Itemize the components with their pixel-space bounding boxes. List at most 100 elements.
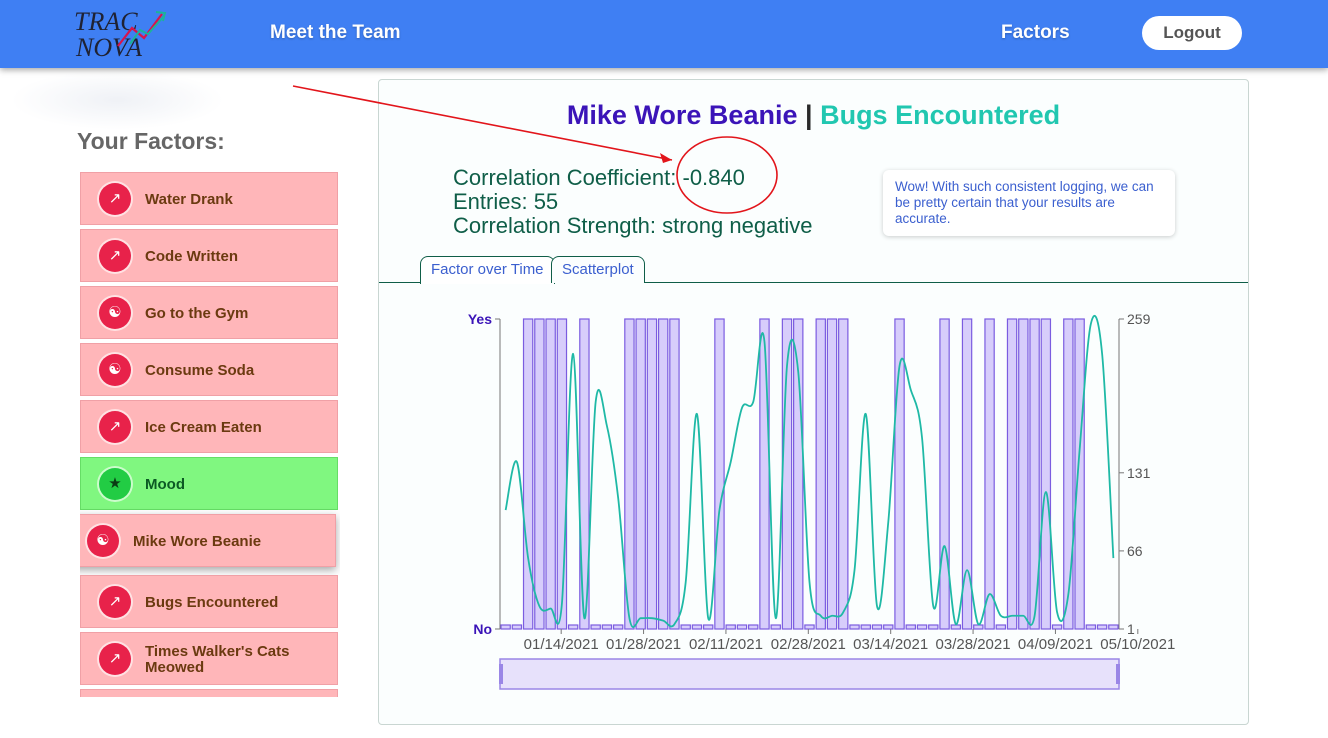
bar-mark bbox=[871, 624, 883, 630]
bar-mark bbox=[601, 624, 613, 630]
left-tick-label: No bbox=[473, 621, 492, 637]
bar-mark bbox=[702, 624, 714, 630]
right-tick-label: 66 bbox=[1127, 543, 1143, 559]
logo-text-bottom: NOVA bbox=[75, 33, 142, 62]
x-tick-label: 02/11/2021 bbox=[689, 636, 763, 653]
bar-mark bbox=[567, 624, 579, 630]
logo[interactable]: TRAC NOVA bbox=[70, 4, 170, 64]
trend-icon: ↗ bbox=[99, 586, 131, 618]
bar-mark bbox=[669, 318, 680, 630]
factor-item[interactable] bbox=[80, 689, 338, 697]
factor-item-label: Code Written bbox=[145, 247, 239, 265]
nav-meet-the-team[interactable]: Meet the Team bbox=[270, 22, 401, 44]
bar-mark bbox=[1006, 318, 1018, 630]
bar-mark bbox=[1040, 318, 1052, 630]
x-tick-label: 05/10/2021 bbox=[1100, 636, 1175, 653]
bar-mark bbox=[815, 318, 826, 630]
factor-item[interactable]: ↗ Bugs Encountered bbox=[80, 575, 338, 628]
bar-mark bbox=[939, 318, 950, 630]
bar-mark bbox=[714, 318, 725, 630]
bar-mark bbox=[770, 624, 781, 630]
bar-mark bbox=[973, 624, 984, 630]
bar-mark bbox=[984, 318, 995, 630]
top-navbar: TRAC NOVA Meet the Team Factors Logout bbox=[0, 0, 1328, 68]
bar-mark bbox=[736, 624, 748, 630]
yinyang-icon: ☯ bbox=[99, 354, 131, 386]
factor-item[interactable]: ↗ Water Drank bbox=[80, 172, 338, 225]
bar-mark bbox=[612, 624, 624, 630]
factor-item[interactable]: ☯ Consume Soda bbox=[80, 343, 338, 396]
factor-item-label: Mood bbox=[145, 475, 185, 493]
factor-item[interactable]: ↗ Times Walker's Cats Meowed bbox=[80, 632, 338, 685]
x-tick-label: 03/28/2021 bbox=[936, 636, 1011, 653]
correlation-panel: Mike Wore Beanie | Bugs Encountered Corr… bbox=[378, 79, 1249, 725]
bar-mark bbox=[748, 624, 759, 630]
bar-mark bbox=[1096, 624, 1108, 630]
bar-mark bbox=[883, 624, 894, 630]
star-icon: ★ bbox=[99, 468, 131, 500]
factor-item-label: Consume Soda bbox=[145, 361, 255, 379]
factor-item[interactable]: ☯ Mike Wore Beanie bbox=[80, 514, 336, 567]
x-tick-label: 02/28/2021 bbox=[771, 636, 846, 653]
bar-mark bbox=[534, 318, 545, 630]
yinyang-icon: ☯ bbox=[87, 525, 119, 557]
bar-mark bbox=[590, 624, 601, 630]
bar-mark bbox=[1051, 624, 1063, 630]
x-tick-label: 04/09/2021 bbox=[1018, 636, 1093, 653]
bar-mark bbox=[849, 624, 860, 630]
factor-item[interactable]: ↗ Code Written bbox=[80, 229, 338, 282]
bar-mark bbox=[804, 624, 815, 630]
bar-mark bbox=[725, 624, 736, 630]
factor-item[interactable]: ★ Mood bbox=[80, 457, 338, 510]
nav-factors[interactable]: Factors bbox=[1001, 22, 1070, 44]
range-handle-left[interactable] bbox=[499, 664, 503, 684]
range-slider[interactable] bbox=[499, 658, 1120, 690]
bar-mark bbox=[680, 624, 691, 630]
bar-mark bbox=[826, 318, 838, 630]
your-factors-heading: Your Factors: bbox=[77, 128, 225, 154]
bar-mark bbox=[905, 624, 917, 630]
factor-item-label: Go to the Gym bbox=[145, 304, 249, 322]
bar-mark bbox=[916, 624, 928, 630]
factor-item[interactable]: ☯ Go to the Gym bbox=[80, 286, 338, 339]
bar-mark bbox=[657, 318, 669, 630]
bar-mark bbox=[545, 318, 556, 630]
bar-mark bbox=[556, 318, 568, 630]
factor-item-label: Bugs Encountered bbox=[145, 593, 279, 611]
factor-item[interactable]: ↗ Ice Cream Eaten bbox=[80, 400, 338, 453]
yinyang-icon: ☯ bbox=[99, 297, 131, 329]
right-tick-label: 259 bbox=[1127, 311, 1151, 327]
bar-mark bbox=[1063, 318, 1074, 630]
factor-item-label: Ice Cream Eaten bbox=[145, 418, 262, 436]
x-tick-label: 01/14/2021 bbox=[524, 636, 599, 653]
x-tick-label: 03/14/2021 bbox=[853, 636, 928, 653]
decorative-shadow bbox=[10, 70, 225, 130]
bar-mark bbox=[646, 318, 658, 630]
bar-mark bbox=[995, 624, 1007, 630]
bar-mark bbox=[1018, 318, 1029, 630]
trend-icon: ↗ bbox=[99, 240, 131, 272]
bar-mark bbox=[511, 624, 523, 630]
bar-mark bbox=[928, 624, 939, 630]
trend-icon: ↗ bbox=[99, 183, 131, 215]
factor-item-label: Mike Wore Beanie bbox=[133, 532, 262, 550]
factor-list: ↗ Water Drank ↗ Code Written ☯ Go to the Gym ☯… bbox=[80, 172, 340, 697]
factor-item-label: Water Drank bbox=[145, 190, 233, 208]
right-tick-label: 131 bbox=[1127, 465, 1151, 481]
right-tick-label: 1 bbox=[1127, 621, 1135, 637]
bar-mark bbox=[691, 624, 703, 630]
bar-mark bbox=[522, 318, 534, 630]
bar-mark bbox=[950, 624, 962, 630]
trend-icon: ↗ bbox=[99, 643, 131, 675]
logout-button[interactable]: Logout bbox=[1142, 16, 1242, 50]
factor-over-time-chart: Yes No 259 131 66 1 01/14/2021 01/28/2021 02/11/… bbox=[468, 311, 1175, 690]
range-handle-right[interactable] bbox=[1116, 664, 1120, 684]
trend-icon: ↗ bbox=[99, 411, 131, 443]
bar-mark bbox=[1108, 624, 1119, 630]
bar-mark bbox=[759, 318, 770, 630]
factor-item-label: Times Walker's Cats Meowed bbox=[145, 642, 290, 676]
bar-mark bbox=[635, 318, 646, 630]
bar-mark bbox=[860, 624, 871, 630]
bar-mark bbox=[838, 318, 849, 630]
bar-mark bbox=[1085, 624, 1097, 630]
